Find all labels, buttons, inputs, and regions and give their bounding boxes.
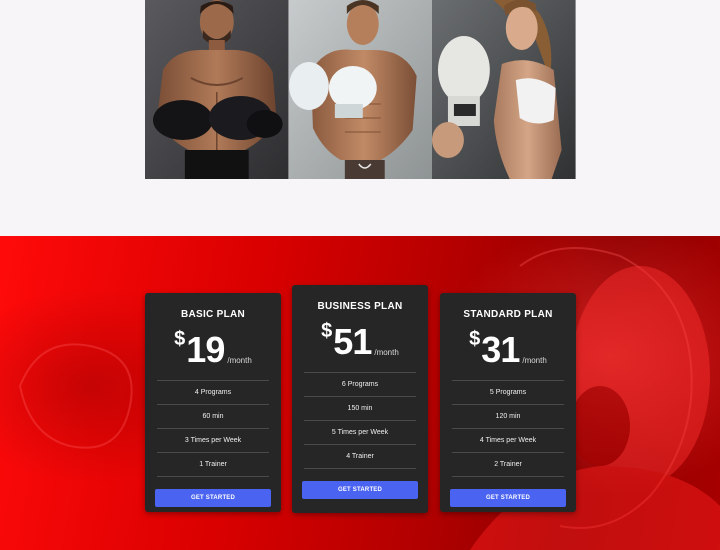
feature-list: 6 Programs 150 min 5 Times per Week 4 Tr…	[304, 372, 416, 469]
price: $ 31 /month	[440, 328, 576, 368]
feature-item: 4 Trainer	[304, 444, 416, 469]
feature-item: 2 Trainer	[452, 452, 564, 477]
price-period: /month	[522, 356, 547, 365]
trainer-photo-white-gloves-boxer	[288, 0, 433, 179]
plan-name: STANDARD PLAN	[463, 309, 553, 320]
feature-item: 4 Programs	[157, 380, 269, 404]
feature-item: 120 min	[452, 404, 564, 428]
trainer-gallery	[145, 0, 576, 179]
feature-item: 5 Times per Week	[304, 420, 416, 444]
feature-list: 4 Programs 60 min 3 Times per Week 1 Tra…	[157, 380, 269, 477]
get-started-button[interactable]: GET STARTED	[450, 489, 566, 507]
feature-item: 150 min	[304, 396, 416, 420]
currency-symbol: $	[469, 328, 481, 350]
price: $ 19 /month	[145, 328, 281, 368]
trainer-photo-bearded-boxer	[145, 0, 289, 179]
currency-symbol: $	[174, 328, 186, 350]
feature-item: 3 Times per Week	[157, 428, 269, 452]
trainer-photo-female-boxer	[432, 0, 576, 179]
price: $ 51 /month	[292, 320, 428, 360]
price-amount: 31	[481, 329, 520, 370]
pricing-section: BASIC PLAN $ 19 /month 4 Programs 60 min…	[0, 236, 720, 550]
pricing-card-basic: BASIC PLAN $ 19 /month 4 Programs 60 min…	[145, 293, 281, 512]
price-amount: 19	[186, 329, 225, 370]
pricing-card-standard: STANDARD PLAN $ 31 /month 5 Programs 120…	[440, 293, 576, 512]
plan-name: BUSINESS PLAN	[317, 301, 403, 312]
feature-item: 6 Programs	[304, 372, 416, 396]
price-amount: 51	[333, 321, 372, 362]
feature-item: 60 min	[157, 404, 269, 428]
feature-item: 1 Trainer	[157, 452, 269, 477]
plan-name: BASIC PLAN	[180, 309, 246, 320]
currency-symbol: $	[321, 320, 333, 342]
price-period: /month	[227, 356, 252, 365]
feature-list: 5 Programs 120 min 4 Times per Week 2 Tr…	[452, 380, 564, 477]
pricing-card-business: BUSINESS PLAN $ 51 /month 6 Programs 150…	[292, 285, 428, 513]
feature-item: 4 Times per Week	[452, 428, 564, 452]
price-period: /month	[374, 348, 399, 357]
feature-item: 5 Programs	[452, 380, 564, 404]
get-started-button[interactable]: GET STARTED	[155, 489, 271, 507]
get-started-button[interactable]: GET STARTED	[302, 481, 418, 499]
